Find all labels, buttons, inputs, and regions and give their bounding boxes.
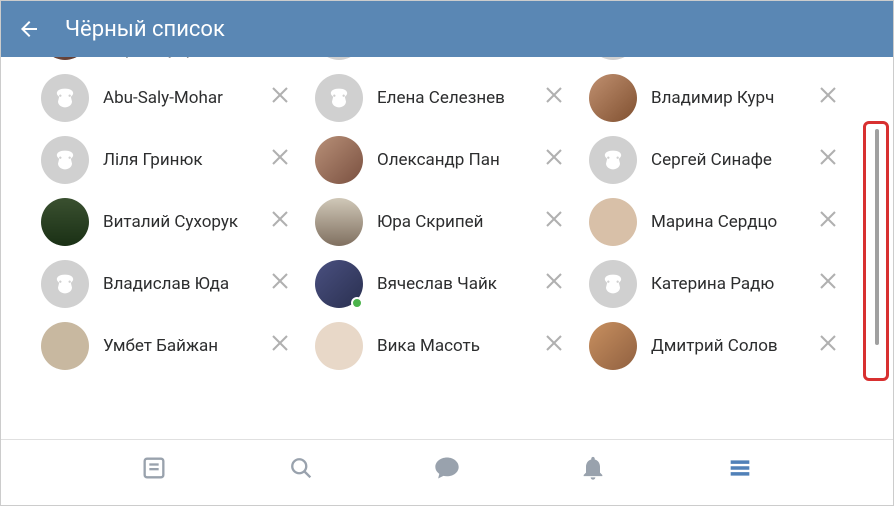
avatar[interactable] [41,74,89,122]
user-name: Катерина Радю [651,274,819,294]
avatar[interactable] [315,136,363,184]
avatar[interactable] [41,136,89,184]
blacklist-content: Дарья Куприян Abu-Saly-Mohar Ліля Гринюк Ви… [1,57,893,437]
user-row[interactable]: Ліля Гринюк [41,129,315,191]
column-2: Тоня Меняйло Владимир Курч Сергей Синафе Ма… [589,57,863,437]
user-name: Дарья Куприян [103,57,271,59]
user-row[interactable]: Сергей Синафе [589,129,863,191]
header-bar: Чёрный список [1,1,893,57]
avatar[interactable] [315,57,363,60]
user-row[interactable]: Елена Селезнев [315,67,589,129]
nav-notifications-icon[interactable] [577,452,609,484]
remove-icon[interactable] [271,57,295,61]
user-row[interactable]: Тоня Меняйло [589,57,863,67]
avatar[interactable] [315,198,363,246]
user-name: Вика Масоть [377,336,545,356]
avatar[interactable] [41,198,89,246]
user-name: Юра Скрипей [377,212,545,232]
avatar[interactable] [315,322,363,370]
column-0: Дарья Куприян Abu-Saly-Mohar Ліля Гринюк Ви… [41,57,315,437]
remove-icon[interactable] [819,210,843,234]
avatar[interactable] [41,57,89,60]
user-name: Владислав Юда [103,274,271,294]
user-row[interactable]: Владимир Курч [589,67,863,129]
user-name: Сергей Синафе [651,150,819,170]
nav-news-icon[interactable] [138,452,170,484]
user-row[interactable]: Катерина Радю [589,253,863,315]
remove-icon[interactable] [545,57,569,61]
user-row[interactable]: Юра Скрипей [315,191,589,253]
online-indicator [351,297,363,309]
user-row[interactable]: Вика Масоть [315,315,589,377]
nav-messages-icon[interactable] [431,452,463,484]
page-title: Чёрный список [65,17,225,42]
remove-icon[interactable] [819,334,843,358]
remove-icon[interactable] [819,148,843,172]
user-row[interactable]: Олександр Пан [315,129,589,191]
nav-search-icon[interactable] [285,452,317,484]
remove-icon[interactable] [819,86,843,110]
remove-icon[interactable] [271,272,295,296]
column-1: Валентина Гень Елена Селезнев Олександр Па… [315,57,589,437]
back-arrow-icon[interactable] [17,17,41,41]
avatar[interactable] [589,260,637,308]
user-name: Тоня Меняйло [651,57,819,59]
user-row[interactable]: Марина Сердцо [589,191,863,253]
remove-icon[interactable] [545,148,569,172]
user-name: Ліля Гринюк [103,150,271,170]
user-row[interactable]: Дарья Куприян [41,57,315,67]
avatar[interactable] [41,322,89,370]
remove-icon[interactable] [545,210,569,234]
avatar[interactable] [589,57,637,60]
user-name: Елена Селезнев [377,88,545,108]
user-name: Abu-Saly-Mohar [103,88,271,108]
remove-icon[interactable] [545,86,569,110]
remove-icon[interactable] [819,57,843,61]
user-name: Марина Сердцо [651,212,819,232]
user-name: Дмитрий Солов [651,336,819,356]
avatar[interactable] [589,74,637,122]
user-row[interactable]: Abu-Saly-Mohar [41,67,315,129]
remove-icon[interactable] [271,334,295,358]
user-row[interactable]: Валентина Гень [315,57,589,67]
avatar[interactable] [589,322,637,370]
remove-icon[interactable] [271,148,295,172]
user-name: Олександр Пан [377,150,545,170]
avatar[interactable] [589,198,637,246]
user-name: Владимир Курч [651,88,819,108]
user-row[interactable]: Вячеслав Чайк [315,253,589,315]
remove-icon[interactable] [819,272,843,296]
avatar[interactable] [315,74,363,122]
user-name: Виталий Сухорук [103,212,271,232]
user-name: Умбет Байжан [103,336,271,356]
user-row[interactable]: Дмитрий Солов [589,315,863,377]
remove-icon[interactable] [271,86,295,110]
remove-icon[interactable] [271,210,295,234]
remove-icon[interactable] [545,272,569,296]
avatar[interactable] [589,136,637,184]
nav-menu-icon[interactable] [724,452,756,484]
user-row[interactable]: Виталий Сухорук [41,191,315,253]
user-name: Валентина Гень [377,57,545,59]
user-name: Вячеслав Чайк [377,274,545,294]
user-row[interactable]: Умбет Байжан [41,315,315,377]
avatar[interactable] [41,260,89,308]
scrollbar[interactable] [875,129,879,345]
bottom-navigation [1,439,893,495]
remove-icon[interactable] [545,334,569,358]
user-row[interactable]: Владислав Юда [41,253,315,315]
